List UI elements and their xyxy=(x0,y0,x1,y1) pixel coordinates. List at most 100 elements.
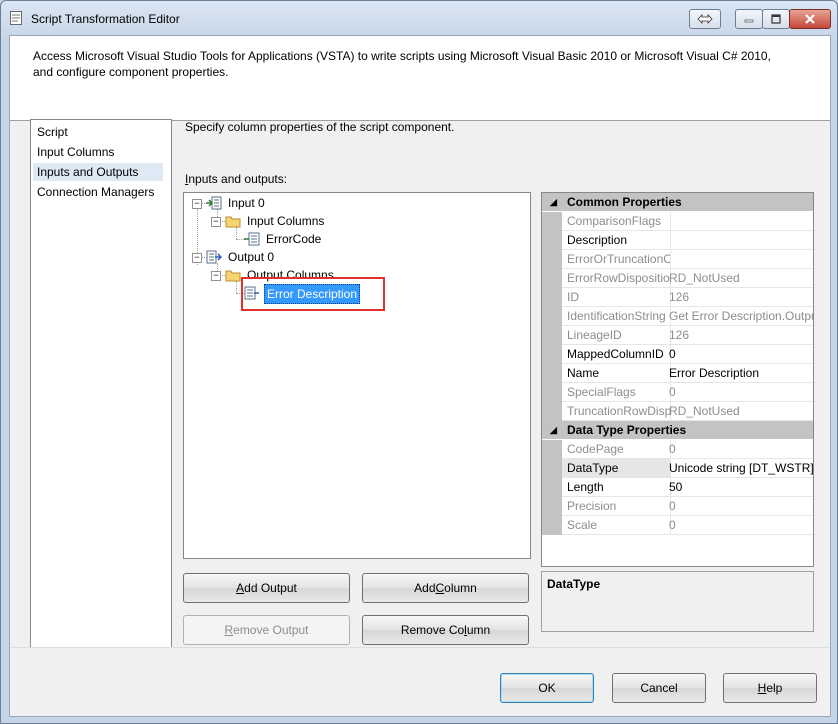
nav-item-connection-managers[interactable]: Connection Managers xyxy=(37,183,154,201)
property-name: LineageID xyxy=(562,326,671,345)
property-row[interactable]: ID 126 xyxy=(542,288,813,307)
property-row[interactable]: ErrorOrTruncationOperation xyxy=(542,250,813,269)
button-label: dd Output xyxy=(244,581,297,595)
property-name: Length xyxy=(562,478,671,497)
property-row[interactable]: ErrorRowDisposition RD_NotUsed xyxy=(542,269,813,288)
property-row[interactable]: Scale 0 xyxy=(542,516,813,535)
column-icon xyxy=(244,232,260,246)
close-button[interactable] xyxy=(789,9,831,29)
window-title: Script Transformation Editor xyxy=(31,12,180,26)
dialog-client-area: Access Microsoft Visual Studio Tools for… xyxy=(9,35,831,717)
property-value[interactable]: 50 xyxy=(666,478,813,497)
property-name: MappedColumnID xyxy=(562,345,671,364)
tree-node-error-code[interactable]: ErrorCode xyxy=(244,230,444,248)
property-grid[interactable]: ◢ Common Properties ComparisonFlags Descr… xyxy=(541,192,814,567)
collapse-triangle-icon[interactable]: ◢ xyxy=(550,197,557,208)
property-name: TruncationRowDisposition xyxy=(562,402,671,421)
remove-output-button[interactable]: Remove Output xyxy=(183,615,350,645)
button-label: Add xyxy=(414,581,436,595)
resize-arrows-icon xyxy=(697,14,713,24)
collapse-icon[interactable]: − xyxy=(192,199,202,209)
property-gutter xyxy=(542,345,562,364)
property-value[interactable]: 0 xyxy=(666,345,813,364)
nav-item-input-columns[interactable]: Input Columns xyxy=(37,143,114,161)
property-row[interactable]: Name Error Description xyxy=(542,364,813,383)
property-value: 0 xyxy=(666,516,813,535)
button-mnemonic: A xyxy=(236,581,245,595)
property-name: Scale xyxy=(562,516,671,535)
property-value: 0 xyxy=(666,440,813,459)
property-row[interactable]: Description xyxy=(542,231,813,250)
category-data-type-properties[interactable]: ◢ Data Type Properties xyxy=(542,421,813,439)
property-row[interactable]: MappedColumnID 0 xyxy=(542,345,813,364)
tree-node-input-columns[interactable]: − Input Columns xyxy=(211,212,411,230)
property-row[interactable]: DataType Unicode string [DT_WSTR] xyxy=(542,459,813,478)
property-gutter xyxy=(542,212,562,231)
property-row[interactable]: SpecialFlags 0 xyxy=(542,383,813,402)
collapse-icon[interactable]: − xyxy=(211,271,221,281)
property-value: 0 xyxy=(666,383,813,402)
property-name: Name xyxy=(562,364,671,383)
tree-label: Input Columns xyxy=(247,214,325,228)
property-row[interactable]: IdentificationString Get Error Descriptio… xyxy=(542,307,813,326)
property-row[interactable]: LineageID 126 xyxy=(542,326,813,345)
property-value[interactable]: Unicode string [DT_WSTR] xyxy=(666,459,813,478)
property-gutter xyxy=(542,459,562,478)
tree-node-input-0[interactable]: − Input 0 xyxy=(192,194,392,212)
script-transformation-editor-window: Script Transformation Editor Access Micr xyxy=(0,0,838,724)
property-value: RD_NotUsed xyxy=(666,402,813,421)
minimize-button[interactable] xyxy=(735,9,763,29)
folder-icon xyxy=(225,270,241,282)
maximize-button[interactable] xyxy=(762,9,790,29)
remove-column-button[interactable]: Remove Co l umn xyxy=(362,615,529,645)
nav-item-script[interactable]: Script xyxy=(37,123,68,141)
collapse-triangle-icon[interactable]: ◢ xyxy=(550,425,557,436)
output-icon xyxy=(206,250,222,264)
property-row[interactable]: ComparisonFlags xyxy=(542,212,813,231)
tree-label: Input 0 xyxy=(228,196,265,210)
property-row[interactable]: Precision 0 xyxy=(542,497,813,516)
help-button[interactable]: Help xyxy=(723,673,817,703)
property-gutter xyxy=(542,250,562,269)
property-row[interactable]: TruncationRowDispositionRD_NotUsed xyxy=(542,402,813,421)
property-name: Precision xyxy=(562,497,671,516)
category-label: Data Type Properties xyxy=(567,423,687,437)
collapse-icon[interactable]: − xyxy=(211,217,221,227)
property-gutter xyxy=(542,288,562,307)
category-common-properties[interactable]: ◢ Common Properties xyxy=(542,193,813,211)
property-name: IdentificationString xyxy=(562,307,671,326)
cancel-button[interactable]: Cancel xyxy=(612,673,706,703)
description-band: Access Microsoft Visual Studio Tools for… xyxy=(10,36,830,121)
property-value xyxy=(666,250,813,269)
property-row[interactable]: CodePage 0 xyxy=(542,440,813,459)
add-column-button[interactable]: Add Column xyxy=(362,573,529,603)
property-gutter xyxy=(542,516,562,535)
ok-button[interactable]: OK xyxy=(500,673,594,703)
property-value: 126 xyxy=(666,288,813,307)
dialog-footer: OK Cancel Help xyxy=(10,648,830,716)
property-value: RD_NotUsed xyxy=(666,269,813,288)
property-gutter xyxy=(542,440,562,459)
collapse-icon[interactable]: − xyxy=(192,253,202,263)
property-name: Description xyxy=(562,231,671,250)
tree-label: ErrorCode xyxy=(266,232,322,246)
page-navigation-list[interactable]: Script Input Columns Inputs and Outputs … xyxy=(30,119,172,648)
title-bar[interactable]: Script Transformation Editor xyxy=(1,1,837,35)
button-label: elp xyxy=(766,681,783,695)
tree-node-output-0[interactable]: − Output 0 xyxy=(192,248,392,266)
property-row[interactable]: Length 50 xyxy=(542,478,813,497)
property-gutter xyxy=(542,478,562,497)
nav-item-inputs-and-outputs[interactable]: Inputs and Outputs xyxy=(33,163,163,181)
category-label: Common Properties xyxy=(567,195,682,209)
editor-description: Access Microsoft Visual Studio Tools for… xyxy=(33,49,771,79)
restore-size-button[interactable] xyxy=(689,9,721,29)
property-gutter xyxy=(542,326,562,345)
inputs-outputs-tree[interactable]: − Input 0 − Input Columns ErrorCode − Ou… xyxy=(183,192,531,559)
help-title: DataType xyxy=(547,577,601,591)
property-name: ID xyxy=(562,288,671,307)
property-value[interactable]: Error Description xyxy=(666,364,813,383)
property-gutter xyxy=(542,383,562,402)
add-output-button[interactable]: Add Output xyxy=(183,573,350,603)
property-gutter xyxy=(542,231,562,250)
property-value[interactable] xyxy=(666,231,813,250)
